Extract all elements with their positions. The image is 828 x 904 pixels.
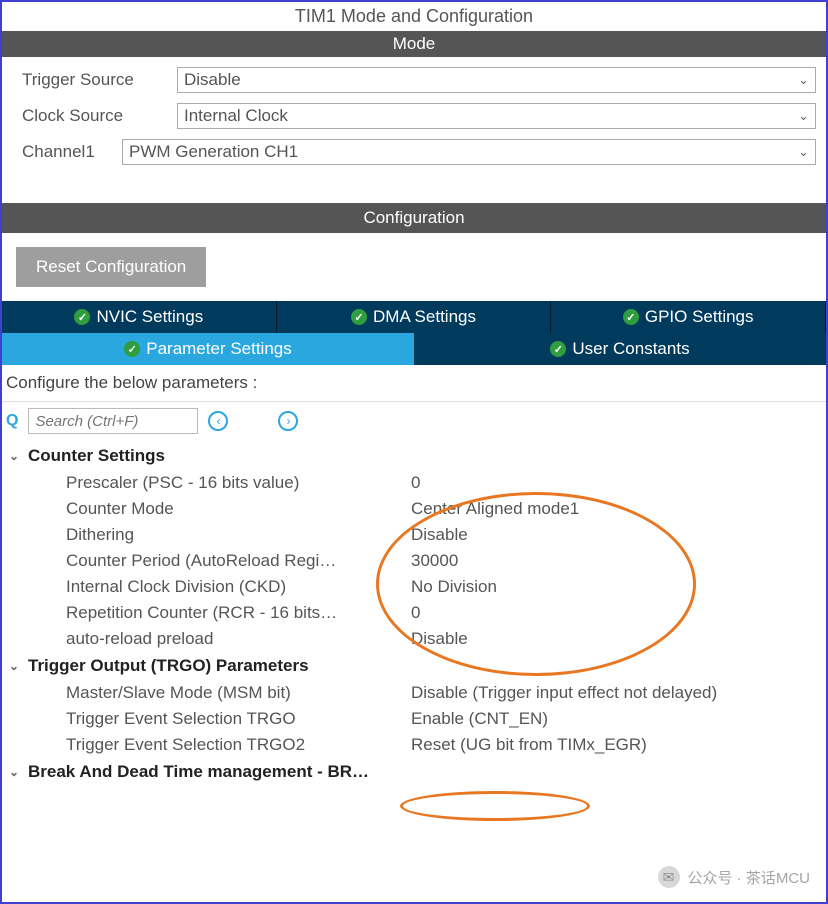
param-value: Center Aligned mode1	[411, 499, 822, 519]
check-icon: ✓	[74, 309, 90, 325]
param-ckd[interactable]: Internal Clock Division (CKD) No Divisio…	[6, 574, 822, 600]
chevron-down-icon: ⌄	[798, 72, 809, 88]
param-trgo2[interactable]: Trigger Event Selection TRGO2 Reset (UG …	[6, 732, 822, 758]
prev-button[interactable]: ‹	[208, 411, 228, 431]
check-icon: ✓	[550, 341, 566, 357]
group-break-title: Break And Dead Time management - BR…	[28, 762, 369, 782]
param-dithering[interactable]: Dithering Disable	[6, 522, 822, 548]
param-label: Repetition Counter (RCR - 16 bits…	[66, 603, 411, 623]
param-value: No Division	[411, 577, 822, 597]
tabs-row-1: ✓ NVIC Settings ✓ DMA Settings ✓ GPIO Se…	[2, 301, 826, 333]
group-trgo[interactable]: ⌄ Trigger Output (TRGO) Parameters	[6, 652, 822, 680]
param-value: Disable (Trigger input effect not delaye…	[411, 683, 822, 703]
param-prescaler[interactable]: Prescaler (PSC - 16 bits value) 0	[6, 470, 822, 496]
param-label: auto-reload preload	[66, 629, 411, 649]
reset-configuration-button[interactable]: Reset Configuration	[16, 247, 206, 287]
check-icon: ✓	[124, 341, 140, 357]
check-icon: ✓	[351, 309, 367, 325]
param-label: Trigger Event Selection TRGO	[66, 709, 411, 729]
param-value: Enable (CNT_EN)	[411, 709, 822, 729]
tab-nvic-label: NVIC Settings	[96, 307, 203, 327]
window-title: TIM1 Mode and Configuration	[2, 2, 826, 31]
trigger-source-dropdown[interactable]: Disable ⌄	[177, 67, 816, 93]
param-trgo[interactable]: Trigger Event Selection TRGO Enable (CNT…	[6, 706, 822, 732]
param-rcr[interactable]: Repetition Counter (RCR - 16 bits… 0	[6, 600, 822, 626]
param-label: Counter Period (AutoReload Regi…	[66, 551, 411, 571]
next-button[interactable]: ›	[278, 411, 298, 431]
param-msm[interactable]: Master/Slave Mode (MSM bit) Disable (Tri…	[6, 680, 822, 706]
tab-parameter-settings[interactable]: ✓ Parameter Settings	[2, 333, 414, 365]
chevron-down-icon: ⌄	[6, 449, 22, 463]
param-label: Internal Clock Division (CKD)	[66, 577, 411, 597]
param-value: 0	[411, 473, 822, 493]
param-auto-reload-preload[interactable]: auto-reload preload Disable	[6, 626, 822, 652]
tab-parameter-label: Parameter Settings	[146, 339, 292, 359]
tab-dma-label: DMA Settings	[373, 307, 476, 327]
chevron-down-icon: ⌄	[6, 765, 22, 779]
watermark-text: 公众号 · 茶话MCU	[688, 867, 811, 888]
tab-user-constants-label: User Constants	[572, 339, 689, 359]
chevron-down-icon: ⌄	[798, 144, 809, 160]
param-value: Disable	[411, 525, 822, 545]
group-break-dead-time[interactable]: ⌄ Break And Dead Time management - BR…	[6, 758, 822, 786]
clock-source-dropdown[interactable]: Internal Clock ⌄	[177, 103, 816, 129]
chevron-down-icon: ⌄	[798, 108, 809, 124]
check-icon: ✓	[623, 309, 639, 325]
wechat-icon: ✉	[658, 866, 680, 888]
param-value: 30000	[411, 551, 822, 571]
chevron-down-icon: ⌄	[6, 659, 22, 673]
param-value: Reset (UG bit from TIMx_EGR)	[411, 735, 822, 755]
param-label: Master/Slave Mode (MSM bit)	[66, 683, 411, 703]
param-counter-period[interactable]: Counter Period (AutoReload Regi… 30000	[6, 548, 822, 574]
tab-dma-settings[interactable]: ✓ DMA Settings	[277, 301, 552, 333]
configuration-section-header: Configuration	[2, 203, 826, 233]
tab-gpio-settings[interactable]: ✓ GPIO Settings	[551, 301, 826, 333]
trigger-source-label: Trigger Source	[22, 70, 177, 90]
channel1-label: Channel1	[22, 142, 122, 162]
clock-source-value: Internal Clock	[184, 106, 288, 126]
tab-user-constants[interactable]: ✓ User Constants	[414, 333, 826, 365]
group-counter-title: Counter Settings	[28, 446, 165, 466]
param-value: 0	[411, 603, 822, 623]
clock-source-label: Clock Source	[22, 106, 177, 126]
watermark: ✉ 公众号 · 茶话MCU	[658, 866, 811, 888]
tabs-row-2: ✓ Parameter Settings ✓ User Constants	[2, 333, 826, 365]
trigger-source-value: Disable	[184, 70, 241, 90]
mode-section-header: Mode	[2, 31, 826, 57]
tab-nvic-settings[interactable]: ✓ NVIC Settings	[2, 301, 277, 333]
param-label: Prescaler (PSC - 16 bits value)	[66, 473, 411, 493]
parameter-tree: ⌄ Counter Settings Prescaler (PSC - 16 b…	[2, 440, 826, 788]
mode-panel: Trigger Source Disable ⌄ Clock Source In…	[2, 57, 826, 193]
channel1-dropdown[interactable]: PWM Generation CH1 ⌄	[122, 139, 816, 165]
search-input[interactable]	[28, 408, 198, 434]
configure-hint: Configure the below parameters :	[2, 365, 826, 402]
param-counter-mode[interactable]: Counter Mode Center Aligned mode1	[6, 496, 822, 522]
group-counter-settings[interactable]: ⌄ Counter Settings	[6, 442, 822, 470]
tab-gpio-label: GPIO Settings	[645, 307, 754, 327]
search-icon: Q	[6, 412, 18, 430]
group-trgo-title: Trigger Output (TRGO) Parameters	[28, 656, 309, 676]
param-label: Trigger Event Selection TRGO2	[66, 735, 411, 755]
param-value: Disable	[411, 629, 822, 649]
annotation-ellipse	[400, 791, 590, 821]
param-label: Counter Mode	[66, 499, 411, 519]
channel1-value: PWM Generation CH1	[129, 142, 298, 162]
param-label: Dithering	[66, 525, 411, 545]
channel-cutoff-row	[22, 175, 816, 193]
